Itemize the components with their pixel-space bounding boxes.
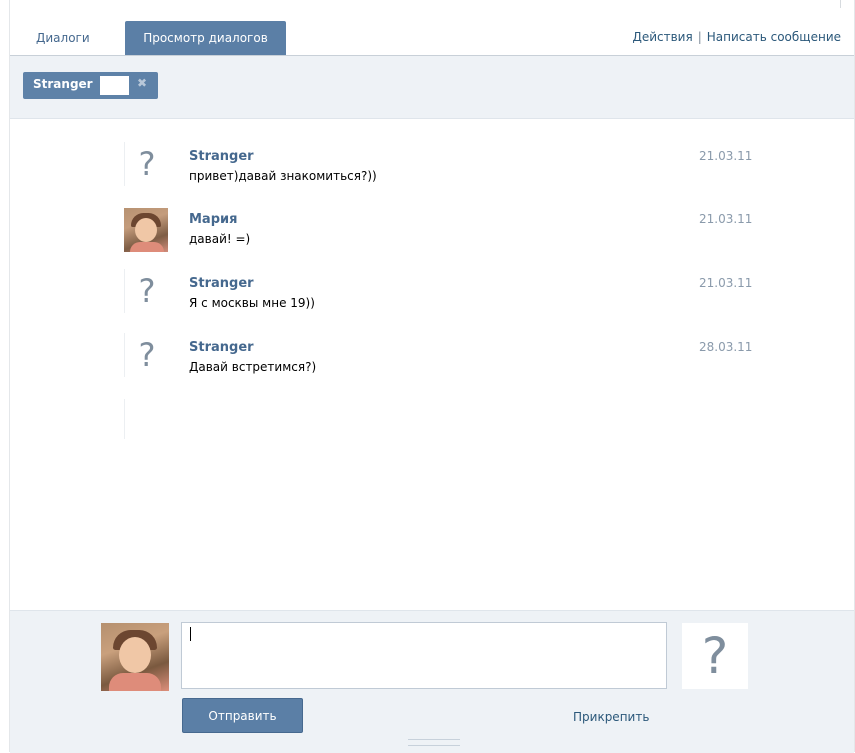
filter-bar: Stranger ✖ — [10, 56, 854, 119]
question-mark-icon[interactable]: ? — [124, 333, 169, 377]
avatar-face — [119, 637, 151, 673]
message-date: 21.03.11 — [699, 276, 753, 290]
message-text: давай! =) — [189, 232, 251, 246]
message-text: привет)давай знакомиться?)) — [189, 169, 377, 183]
message-item: ? Stranger Давай встретимся?) 28.03.11 — [10, 310, 854, 377]
message-author[interactable]: Stranger — [189, 149, 254, 164]
message-input[interactable] — [181, 622, 667, 689]
participant-filter-chip[interactable]: Stranger ✖ — [23, 72, 158, 99]
message-date: 21.03.11 — [699, 149, 753, 163]
resize-handle[interactable] — [408, 739, 460, 746]
actions-link[interactable]: Действия — [632, 30, 692, 44]
message-author[interactable]: Мария — [189, 212, 237, 227]
message-author[interactable]: Stranger — [189, 340, 254, 355]
chip-label: Stranger — [33, 77, 93, 91]
tab-dialogs[interactable]: Диалоги — [36, 31, 90, 45]
question-mark-icon[interactable]: ? — [124, 269, 169, 313]
chip-redaction-block — [100, 76, 129, 95]
actions-separator: | — [697, 30, 702, 44]
attach-link[interactable]: Прикрепить — [573, 710, 649, 724]
message-item: Мария давай! =) 21.03.11 — [10, 182, 854, 252]
message-item: ? Stranger Я с москвы мне 19)) 21.03.11 — [10, 246, 854, 313]
message-date: 28.03.11 — [699, 340, 753, 354]
my-photo-avatar[interactable] — [101, 623, 169, 691]
message-text: Давай встретимся?) — [189, 360, 317, 374]
message-item: ? Stranger привет)давай знакомиться?)) 2… — [10, 119, 854, 186]
text-caret — [190, 627, 191, 641]
message-text: Я с москвы мне 19)) — [189, 296, 315, 310]
send-button[interactable]: Отправить — [182, 698, 303, 733]
tab-view-dialogs[interactable]: Просмотр диалогов — [125, 21, 286, 55]
question-mark-icon[interactable]: ? — [124, 142, 169, 186]
write-message-link[interactable]: Написать сообщение — [707, 30, 841, 44]
list-divider — [124, 399, 125, 439]
question-mark-icon[interactable]: ? — [682, 623, 748, 689]
avatar-shirt — [109, 673, 161, 691]
message-list: ? Stranger привет)давай знакомиться?)) 2… — [10, 119, 854, 609]
top-actions: Действия | Написать сообщение — [632, 30, 841, 44]
close-icon[interactable]: ✖ — [137, 76, 147, 90]
tab-bar: Диалоги Просмотр диалогов Действия | Напис… — [10, 0, 854, 56]
message-author[interactable]: Stranger — [189, 276, 254, 291]
message-date: 21.03.11 — [699, 212, 753, 226]
composer: ? Отправить Прикрепить — [10, 610, 854, 753]
avatar-face — [135, 218, 157, 242]
